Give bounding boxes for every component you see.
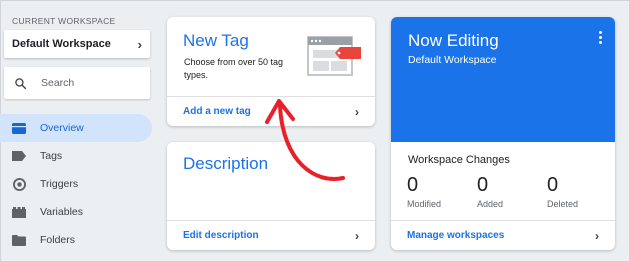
- stat-modified: 0 Modified: [407, 174, 477, 209]
- sidebar-item-triggers[interactable]: Triggers: [0, 170, 152, 198]
- edit-description-label: Edit description: [183, 230, 259, 241]
- search-icon: [15, 77, 27, 89]
- sidebar-item-folders[interactable]: Folders: [0, 226, 152, 254]
- new-tag-description: Choose from over 50 tag types.: [184, 57, 284, 80]
- sidebar-item-variables[interactable]: Variables: [0, 198, 152, 226]
- annotation-arrow-icon: [265, 99, 345, 181]
- new-tag-title: New Tag: [183, 31, 249, 50]
- workspace-stats: 0 Modified 0 Added 0 Deleted: [407, 174, 615, 209]
- chevron-right-icon: ›: [355, 104, 359, 119]
- more-vert-icon[interactable]: [599, 31, 603, 44]
- overview-icon: [12, 121, 26, 135]
- search-placeholder: Search: [41, 77, 75, 89]
- sidebar-item-tags[interactable]: Tags: [0, 142, 152, 170]
- stat-label: Modified: [407, 199, 442, 209]
- now-editing-title: Now Editing: [408, 31, 499, 50]
- sidebar-item-label: Overview: [40, 122, 84, 134]
- stat-value: 0: [407, 174, 419, 196]
- workspace-selector[interactable]: Default Workspace ›: [4, 30, 150, 58]
- trigger-icon: [12, 177, 26, 191]
- folder-icon: [12, 233, 26, 247]
- tag-illustration-icon: [307, 36, 361, 76]
- sidebar-item-label: Variables: [40, 206, 83, 218]
- now-editing-card: Now Editing Default Workspace Workspace …: [391, 17, 615, 250]
- sidebar-item-label: Tags: [40, 150, 63, 162]
- chevron-right-icon: ›: [355, 228, 359, 243]
- stat-label: Deleted: [547, 199, 579, 209]
- manage-workspaces-label: Manage workspaces: [407, 230, 505, 241]
- sidebar-item-overview[interactable]: Overview: [0, 114, 152, 142]
- stat-value: 0: [547, 174, 559, 196]
- variables-icon: [12, 205, 26, 219]
- stat-label: Added: [477, 199, 504, 209]
- workspace-changes-title: Workspace Changes: [408, 154, 510, 166]
- sidebar-nav: Overview Tags Triggers Variables Folders: [0, 114, 152, 254]
- tag-icon: [12, 149, 26, 163]
- chevron-right-icon: ›: [595, 228, 599, 243]
- stat-added: 0 Added: [477, 174, 547, 209]
- search-input[interactable]: Search: [4, 67, 150, 99]
- stat-deleted: 0 Deleted: [547, 174, 615, 209]
- edit-description-link[interactable]: Edit description ›: [167, 220, 375, 250]
- stat-value: 0: [477, 174, 489, 196]
- now-editing-workspace: Default Workspace: [408, 54, 497, 66]
- manage-workspaces-link[interactable]: Manage workspaces ›: [391, 220, 615, 250]
- workspace-caption: CURRENT WORKSPACE: [12, 16, 116, 26]
- workspace-name: Default Workspace: [12, 38, 111, 50]
- now-editing-header: Now Editing Default Workspace: [391, 17, 615, 142]
- sidebar-item-label: Folders: [40, 234, 76, 246]
- chevron-right-icon: ›: [137, 36, 142, 52]
- sidebar-item-label: Triggers: [40, 178, 79, 190]
